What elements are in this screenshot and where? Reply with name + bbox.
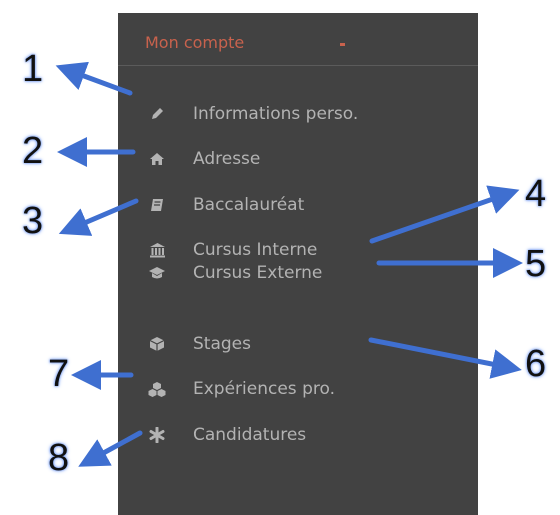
arrow-6	[368, 337, 522, 379]
annotation-label-6: 6	[525, 343, 547, 385]
arrow-8	[78, 430, 143, 467]
arrow-1	[55, 61, 133, 96]
annotation-label-5: 5	[525, 243, 547, 285]
annotation-label-1: 1	[22, 48, 44, 90]
annotation-label-3: 3	[22, 200, 44, 242]
arrow-4	[369, 185, 520, 244]
annotation-label-8: 8	[48, 437, 70, 479]
annotation-label-7: 7	[48, 353, 70, 395]
arrow-3	[58, 198, 139, 236]
annotation-label-2: 2	[22, 130, 44, 172]
annotation-arrows	[55, 61, 523, 467]
annotation-label-4: 4	[525, 173, 547, 215]
